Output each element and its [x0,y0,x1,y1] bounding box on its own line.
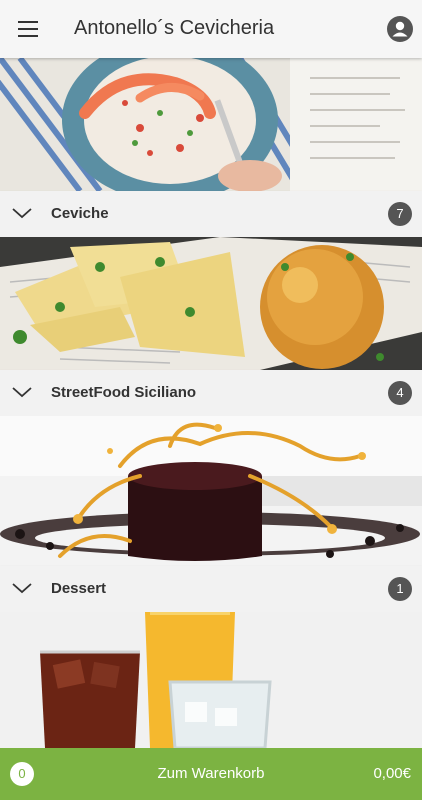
page-title: Antonello´s Cevicheria [74,17,275,39]
chevron-down-icon [12,387,32,398]
cart-total: 0,00€ [373,765,411,782]
ceviche-category-image[interactable] [0,58,422,191]
category-ceviche[interactable]: Ceviche 7 [0,191,422,237]
chevron-down-icon [12,583,32,594]
category-count-badge: 4 [388,381,412,405]
chevron-down-icon [12,208,32,219]
cart-button-label: Zum Warenkorb [157,765,265,782]
category-count-badge: 7 [388,202,412,226]
category-dessert[interactable]: Dessert 1 [0,566,422,612]
user-account-icon[interactable] [387,16,413,42]
category-name: Ceviche [51,205,109,222]
category-name: Dessert [51,580,107,597]
drinks-category-image[interactable] [0,612,422,748]
hamburger-menu-icon[interactable] [12,17,42,41]
category-streetfood-siciliano[interactable]: StreetFood Siciliano 4 [0,370,422,416]
cart-bar[interactable]: 0 Zum Warenkorb 0,00€ [0,748,422,800]
dessert-category-image[interactable] [0,416,422,566]
category-name: StreetFood Siciliano [51,384,197,401]
category-count-badge: 1 [388,577,412,601]
app-bar: Antonello´s Cevicheria [0,0,422,58]
streetfood-category-image[interactable] [0,237,422,370]
